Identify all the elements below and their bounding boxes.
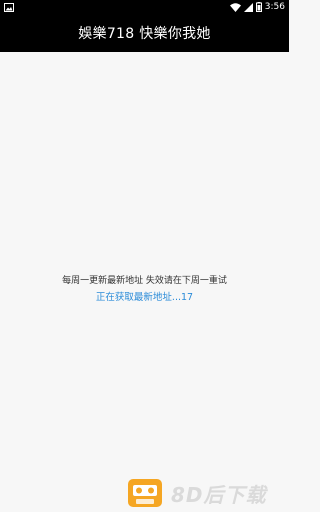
main-content: 每周一更新最新地址 失效请在下周一重试 正在获取最新地址...17	[0, 52, 289, 512]
status-bar: 3:56	[0, 0, 289, 14]
watermark-text: 8D后下载	[171, 482, 267, 507]
cassette-logo-icon	[127, 476, 165, 510]
status-bar-left	[4, 2, 14, 12]
title-bar: 娛樂718 快樂你我她	[0, 14, 289, 52]
status-time: 3:56	[264, 1, 285, 12]
status-bar-right: 3:56	[229, 1, 285, 12]
battery-icon	[255, 2, 262, 12]
watermark: 8D后下载	[127, 474, 287, 512]
signal-icon	[243, 2, 253, 12]
update-notice-text: 每周一更新最新地址 失效请在下周一重试	[62, 276, 227, 286]
wifi-icon	[229, 2, 241, 12]
image-icon	[4, 2, 14, 12]
loading-progress-text: 正在获取最新地址...17	[95, 292, 194, 303]
page-title: 娛樂718 快樂你我她	[78, 26, 211, 42]
